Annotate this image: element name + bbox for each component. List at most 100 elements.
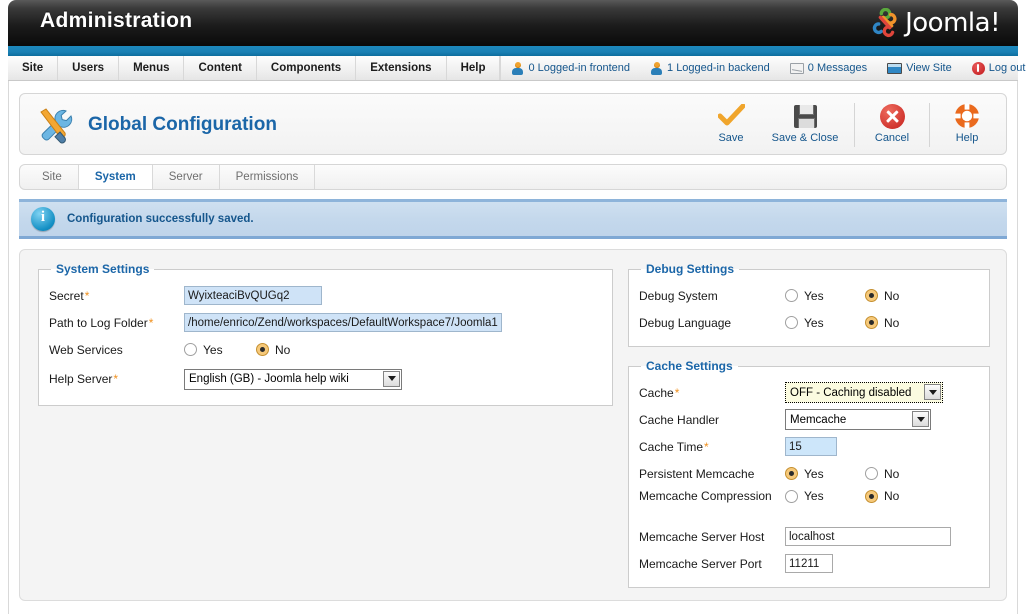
memcache-compression-no-label: No [884, 489, 900, 503]
field-cache-time: Cache Time* [639, 433, 979, 460]
debug-settings-legend: Debug Settings [646, 262, 735, 276]
help-server-select[interactable]: English (GB) - Joomla help wiki [184, 368, 402, 390]
joomla-mark-icon [872, 8, 897, 38]
debug-settings-fieldset: Debug Settings Debug System Yes No Debug… [628, 262, 990, 347]
joomla-wordmark: Joomla! [905, 8, 1000, 38]
memcache-compression-radio-group: Yes No [785, 487, 899, 503]
debug-language-no-radio[interactable]: No [865, 316, 899, 330]
cancel-button-label: Cancel [874, 132, 910, 144]
cache-time-input[interactable] [785, 437, 837, 456]
debug-system-yes-radio[interactable]: Yes [785, 289, 865, 303]
admin-page: Administration Joomla! Site Users Menus … [0, 0, 1026, 614]
radio-dot-icon [785, 467, 798, 480]
log-path-input[interactable] [184, 313, 502, 332]
radio-dot-icon [785, 316, 798, 329]
secret-label: Secret [49, 288, 84, 303]
tab-system[interactable]: System [78, 165, 153, 189]
checkmark-icon [717, 101, 745, 131]
menu-item-extensions[interactable]: Extensions [356, 56, 447, 80]
memcache-compression-yes-radio[interactable]: Yes [785, 489, 865, 503]
menu-item-content[interactable]: Content [184, 56, 257, 80]
field-help-server: Help Server* English (GB) - Joomla help … [49, 363, 602, 395]
cache-handler-label: Cache Handler [639, 412, 720, 427]
menu-item-site[interactable]: Site [8, 56, 59, 80]
help-button-label: Help [955, 132, 979, 144]
persistent-memcache-no-radio[interactable]: No [865, 467, 899, 481]
debug-system-yes-label: Yes [804, 288, 824, 303]
field-memcache-port: Memcache Server Port [639, 550, 979, 577]
page-title: Global Configuration [32, 102, 277, 148]
wrench-screwdriver-icon [40, 108, 73, 144]
top-header: Administration Joomla! [8, 0, 1018, 46]
log-path-label: Path to Log Folder [49, 315, 148, 330]
help-server-label: Help Server [49, 372, 113, 386]
menu-item-help[interactable]: Help [447, 56, 501, 80]
floppy-disk-icon [793, 101, 817, 131]
lifebuoy-icon [954, 101, 980, 131]
system-message: Configuration successfully saved. [19, 199, 1007, 239]
memcache-host-input[interactable] [785, 527, 951, 546]
status-logged-in-backend: 1 Logged-in backend [640, 56, 780, 80]
tab-permissions[interactable]: Permissions [220, 165, 316, 189]
user-icon [650, 61, 663, 75]
field-cache: Cache* OFF - Caching disabled [639, 379, 979, 406]
cache-select[interactable]: OFF - Caching disabled [785, 382, 943, 403]
web-services-yes-radio[interactable]: Yes [184, 343, 256, 357]
secret-input[interactable] [184, 286, 322, 305]
field-log-path: Path to Log Folder* [49, 309, 602, 336]
menu-item-menus[interactable]: Menus [119, 56, 185, 80]
help-button[interactable]: Help [936, 99, 998, 151]
logged-in-frontend-label: 0 Logged-in frontend [528, 62, 631, 74]
debug-language-no-label: No [884, 315, 900, 330]
right-column: Debug Settings Debug System Yes No Debug… [628, 262, 990, 600]
logout-icon [971, 61, 985, 75]
debug-system-radio-group: Yes No [785, 289, 899, 303]
page-body: Global Configuration Save Save & Close C… [8, 81, 1018, 614]
logged-in-backend-label: 1 Logged-in backend [667, 62, 770, 74]
persistent-memcache-yes-label: Yes [804, 466, 824, 481]
debug-language-yes-label: Yes [804, 315, 824, 330]
cancel-button[interactable]: Cancel [861, 99, 923, 151]
menu-item-users[interactable]: Users [58, 56, 120, 80]
messages-label: 0 Messages [807, 62, 868, 74]
memcache-host-label: Memcache Server Host [639, 529, 765, 544]
cache-handler-select-wrap: Memcache [785, 409, 931, 430]
status-messages[interactable]: 0 Messages [780, 56, 877, 80]
main-menubar: Site Users Menus Content Components Exte… [8, 56, 1025, 81]
field-memcache-host: Memcache Server Host [639, 523, 979, 550]
field-debug-system: Debug System Yes No [639, 282, 979, 309]
memcache-port-input[interactable] [785, 554, 833, 573]
required-marker: * [148, 315, 154, 330]
logout-link[interactable]: Log out [962, 56, 1026, 80]
menu-item-components[interactable]: Components [257, 56, 357, 80]
radio-dot-icon [865, 489, 878, 503]
cache-handler-select[interactable]: Memcache [785, 409, 931, 430]
save-button-label: Save [718, 132, 744, 144]
debug-language-yes-radio[interactable]: Yes [785, 316, 865, 330]
save-and-close-button[interactable]: Save & Close [762, 99, 848, 151]
left-column: System Settings Secret* Path to Log Fold… [38, 262, 613, 418]
save-button[interactable]: Save [700, 99, 762, 151]
required-marker: * [704, 439, 709, 454]
help-server-select-wrap: English (GB) - Joomla help wiki [184, 368, 402, 390]
persistent-memcache-yes-radio[interactable]: Yes [785, 467, 865, 481]
save-and-close-button-label: Save & Close [771, 132, 839, 144]
memcache-compression-no-radio[interactable]: No [865, 489, 899, 503]
web-services-no-radio[interactable]: No [256, 343, 290, 357]
field-secret: Secret* [49, 282, 602, 309]
view-site-link[interactable]: View Site [877, 56, 962, 80]
toolbar: Save Save & Close Cancel Help [700, 99, 998, 151]
required-marker: * [84, 288, 90, 303]
page-header-box: Global Configuration Save Save & Close C… [19, 93, 1007, 155]
system-message-text: Configuration successfully saved. [67, 213, 254, 225]
debug-system-no-radio[interactable]: No [865, 289, 899, 303]
tab-server[interactable]: Server [153, 165, 220, 189]
field-persistent-memcache: Persistent Memcache Yes No [639, 460, 979, 487]
cache-time-label: Cache Time [639, 439, 704, 454]
radio-dot-icon [865, 289, 878, 302]
tab-site[interactable]: Site [26, 165, 79, 189]
radio-dot-icon [785, 489, 798, 503]
required-marker: * [113, 372, 119, 386]
cache-settings-legend: Cache Settings [646, 359, 733, 373]
close-circle-icon [879, 101, 905, 131]
